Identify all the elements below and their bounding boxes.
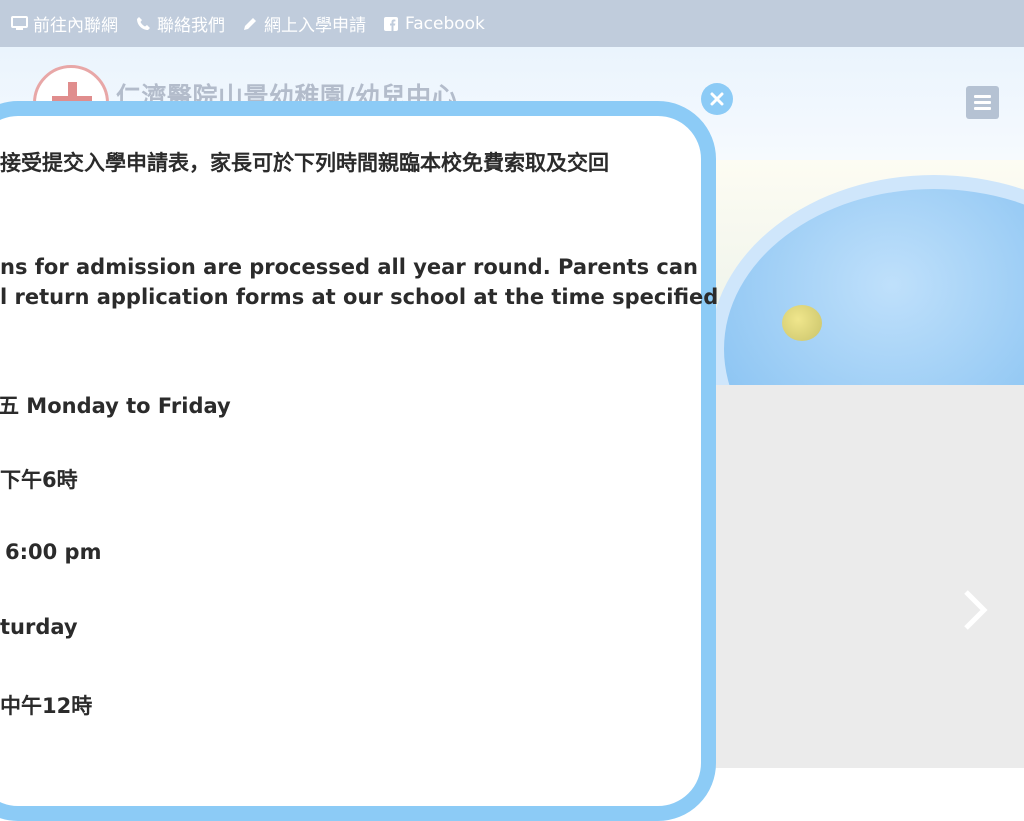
facebook-icon (382, 15, 400, 33)
menu-icon (974, 95, 991, 98)
top-utility-bar: 前往內聯網 聯絡我們 網上入學申請 Facebook (0, 0, 1024, 47)
top-nav: 前往內聯網 聯絡我們 網上入學申請 Facebook (10, 0, 501, 47)
nav-contact-link[interactable]: 聯絡我們 (134, 11, 225, 36)
slider-area (700, 385, 1024, 768)
nav-intranet-label: 前往內聯網 (33, 16, 118, 36)
pencil-icon (241, 15, 259, 33)
weekday-time-zh: 下午6時 (0, 468, 78, 492)
hero-image (700, 160, 1024, 385)
zh-intro-text: 接受提交入學申請表，家長可於下列時間親臨本校免費索取及交回 (0, 151, 609, 175)
nav-contact-label: 聯絡我們 (157, 16, 225, 36)
saturday-label: turday (0, 615, 78, 639)
slider-next-button[interactable] (960, 588, 992, 632)
nav-online-application-link[interactable]: 網上入學申請 (241, 11, 366, 36)
close-icon (710, 92, 724, 106)
en-intro-line-2: l return application forms at our school… (0, 285, 719, 309)
nav-facebook-link[interactable]: Facebook (382, 14, 485, 34)
admission-info-modal (0, 101, 716, 821)
hamburger-menu-button[interactable] (966, 86, 999, 119)
monitor-icon (10, 15, 28, 33)
nav-online-application-label: 網上入學申請 (264, 16, 366, 36)
modal-close-button[interactable] (701, 83, 733, 115)
en-intro-line-1: ns for admission are processed all year … (0, 255, 698, 279)
phone-icon (134, 15, 152, 33)
nav-intranet-link[interactable]: 前往內聯網 (10, 11, 118, 36)
nav-facebook-label: Facebook (405, 13, 485, 34)
saturday-time-zh: 中午12時 (0, 694, 93, 718)
weekday-time-en: 6:00 pm (5, 540, 102, 564)
chevron-right-icon (964, 590, 988, 630)
weekday-label: 五 Monday to Friday (0, 394, 231, 418)
